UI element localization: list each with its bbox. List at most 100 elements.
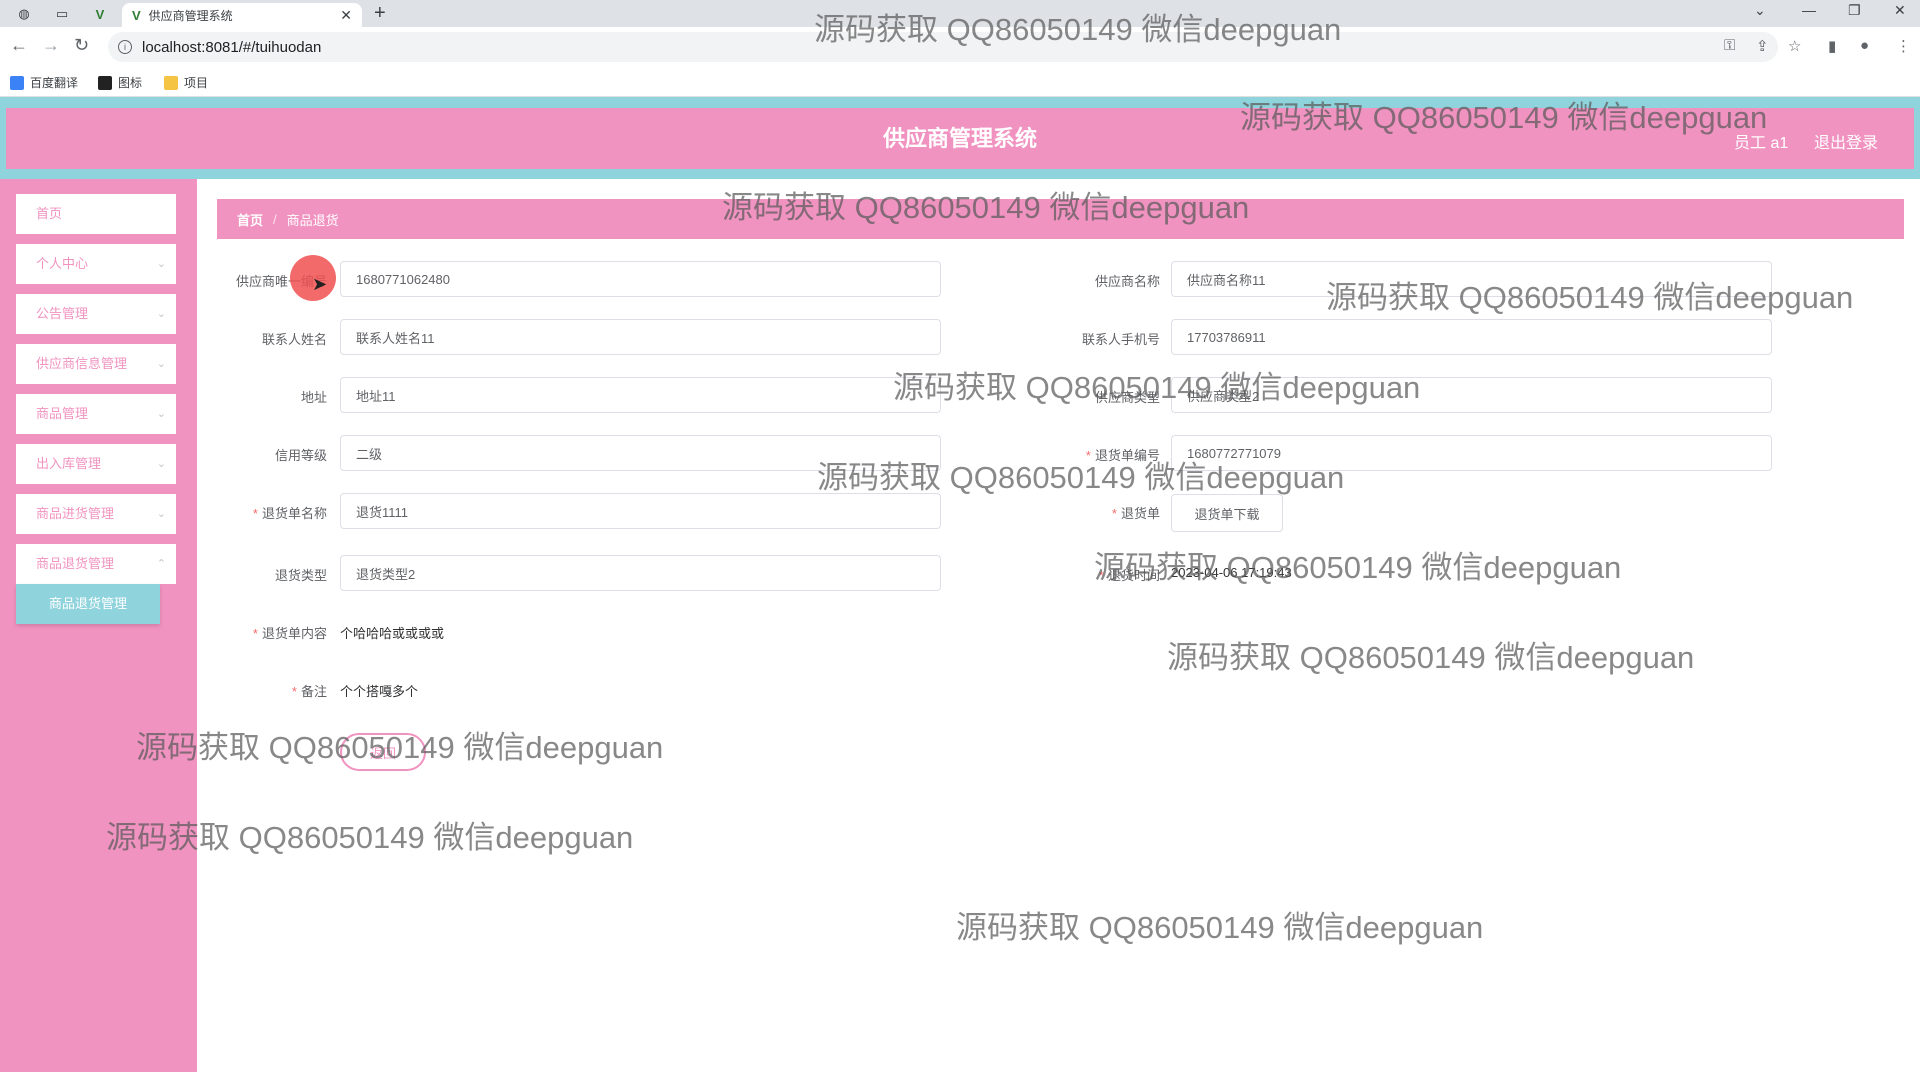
sidebar-item-label: 商品退货管理 xyxy=(36,556,115,571)
share-icon[interactable]: ⇪ xyxy=(1756,37,1769,55)
url-field[interactable]: i localhost:8081/#/tuihuodan xyxy=(108,32,1778,62)
sidebar-item-returns[interactable]: 商品退货管理 ⌃ xyxy=(16,544,176,584)
watermark: 源码获取 QQ86050149 微信deepguan xyxy=(956,910,1484,945)
profile-icon[interactable]: ● xyxy=(1860,37,1869,54)
label-address: 地址 xyxy=(300,390,327,405)
contact-name-field[interactable]: 联系人姓名11 xyxy=(340,319,941,355)
address-bar: ← → ↻ i localhost:8081/#/tuihuodan ⚿ ⇪ ☆… xyxy=(0,27,1920,67)
label-return-file: * 退货单 xyxy=(1111,506,1160,521)
bookmark-label: 百度翻译 xyxy=(30,76,79,90)
key-icon[interactable]: ⚿ xyxy=(1724,37,1735,54)
bookmarks-bar: 百度翻译 图标 项目 xyxy=(0,67,1920,97)
label-return-type: 退货类型 xyxy=(274,568,327,583)
supplier-id-field[interactable]: 1680771062480 xyxy=(340,261,941,297)
label-credit-level: 信用等级 xyxy=(274,448,327,463)
sidebar-item-purchases[interactable]: 商品进货管理 ⌄ xyxy=(16,494,176,534)
folder-icon xyxy=(164,75,178,90)
credit-level-field[interactable]: 二级 xyxy=(340,435,941,471)
image-icon xyxy=(98,75,112,90)
sidebar-item-label: 商品管理 xyxy=(36,406,89,421)
vue-favicon-icon: V xyxy=(132,7,141,23)
sidebar-item-suppliers[interactable]: 供应商信息管理 ⌄ xyxy=(16,344,176,384)
sidebar-item-products[interactable]: 商品管理 ⌄ xyxy=(16,394,176,434)
new-tab-icon[interactable]: + xyxy=(374,2,386,25)
star-icon[interactable]: ☆ xyxy=(1788,37,1801,55)
label-return-name: * 退货单名称 xyxy=(252,506,327,521)
return-time-value: 2023-04-06 17:19:43 xyxy=(1171,565,1292,580)
chevron-up-icon: ⌃ xyxy=(156,558,166,570)
url-text: localhost:8081/#/tuihuodan xyxy=(142,38,322,56)
sidebar-item-label: 商品进货管理 xyxy=(36,506,115,521)
return-no-field[interactable]: 1680772771079 xyxy=(1171,435,1772,471)
app-header: 供应商管理系统 员工 a1 退出登录 xyxy=(6,108,1914,169)
label-supplier-type: 供应商类型 xyxy=(1094,390,1160,405)
label-return-content: * 退货单内容 xyxy=(252,626,327,641)
contact-phone-field[interactable]: 17703786911 xyxy=(1171,319,1772,355)
supplier-name-field[interactable]: 供应商名称11 xyxy=(1171,261,1772,297)
return-name-field[interactable]: 退货1111 xyxy=(340,493,941,529)
chevron-down-icon: ⌄ xyxy=(156,308,166,320)
breadcrumb-current: 商品退货 xyxy=(286,212,339,228)
label-contact-name: 联系人姓名 xyxy=(261,332,327,347)
logout-link[interactable]: 退出登录 xyxy=(1814,129,1878,153)
sidebar-item-label: 供应商信息管理 xyxy=(36,356,128,371)
globe-icon[interactable]: ◍ xyxy=(10,3,38,25)
download-return-button[interactable]: 退货单下载 xyxy=(1171,494,1283,532)
back-arrow-icon[interactable]: ← xyxy=(10,35,28,56)
bookmark-project[interactable]: 项目 xyxy=(164,74,208,91)
address-field[interactable]: 地址11 xyxy=(340,377,941,413)
chevron-down-icon: ⌄ xyxy=(156,458,166,470)
label-remark: * 备注 xyxy=(291,684,327,699)
tab-title: 供应商管理系统 xyxy=(148,8,233,23)
reload-icon[interactable]: ↻ xyxy=(74,35,89,56)
sidebar-item-label: 公告管理 xyxy=(36,306,89,321)
more-menu-icon[interactable]: ⋮ xyxy=(1896,37,1911,55)
mouse-cursor-icon: ➤ xyxy=(312,274,328,294)
chevron-down-icon: ⌄ xyxy=(156,358,166,370)
sidebar-item-label: 个人中心 xyxy=(36,256,89,271)
close-icon[interactable]: ✕ xyxy=(340,7,352,24)
restore-icon[interactable]: ❐ xyxy=(1848,2,1861,19)
bookmark-label: 项目 xyxy=(184,76,209,90)
chevron-down-icon[interactable]: ⌄ xyxy=(1754,2,1766,19)
label-contact-phone: 联系人手机号 xyxy=(1081,332,1160,347)
return-content-value: 个哈哈哈或或或或 xyxy=(340,626,445,641)
label-supplier-name: 供应商名称 xyxy=(1094,274,1160,289)
bookmark-label: 图标 xyxy=(118,76,143,90)
forward-arrow-icon[interactable]: → xyxy=(42,35,60,56)
content-top-strip xyxy=(197,179,1920,191)
current-user: 员工 a1 xyxy=(1734,135,1789,152)
return-type-field[interactable]: 退货类型2 xyxy=(340,555,941,591)
app-title: 供应商管理系统 xyxy=(882,126,1037,151)
blank-tab-icon[interactable]: ▭ xyxy=(48,3,76,25)
chevron-down-icon: ⌄ xyxy=(156,408,166,420)
breadcrumb: 首页 / 商品退货 xyxy=(217,199,1904,239)
translate-icon xyxy=(10,75,24,90)
remark-value: 个个搭嘎多个 xyxy=(340,684,419,699)
back-button[interactable]: 返回 xyxy=(340,733,426,771)
breadcrumb-home[interactable]: 首页 xyxy=(237,210,263,229)
vue-tab-icon[interactable]: V xyxy=(86,3,114,25)
chevron-down-icon: ⌄ xyxy=(156,508,166,520)
label-return-no: * 退货单编号 xyxy=(1085,448,1160,463)
tab-active[interactable]: V 供应商管理系统 ✕ xyxy=(122,3,362,27)
sidebar-item-home[interactable]: 首页 xyxy=(16,194,176,234)
bookmark-translate[interactable]: 百度翻译 xyxy=(10,74,78,91)
bookmark-icons[interactable]: 图标 xyxy=(98,74,142,91)
breadcrumb-separator: / xyxy=(273,211,277,227)
sidebar-item-inventory[interactable]: 出入库管理 ⌄ xyxy=(16,444,176,484)
supplier-type-field[interactable]: 供应商类型2 xyxy=(1171,377,1772,413)
sidebar-item-label: 出入库管理 xyxy=(36,456,102,471)
label-return-time: * 退货时间 xyxy=(1098,568,1160,583)
sidepanel-icon[interactable]: ▮ xyxy=(1828,37,1836,55)
chevron-down-icon: ⌄ xyxy=(156,258,166,270)
minimize-icon[interactable]: — xyxy=(1802,2,1816,18)
sidebar-item-label: 首页 xyxy=(36,206,63,221)
sidebar-item-notices[interactable]: 公告管理 ⌄ xyxy=(16,294,176,334)
window-close-icon[interactable]: ✕ xyxy=(1894,2,1906,19)
watermark: 源码获取 QQ86050149 微信deepguan xyxy=(1167,640,1695,675)
info-icon[interactable]: i xyxy=(118,40,132,54)
browser-tab-bar: ◍ ▭ V V 供应商管理系统 ✕ + ⌄ — ❐ ✕ xyxy=(0,0,1920,27)
sidebar-item-profile[interactable]: 个人中心 ⌄ xyxy=(16,244,176,284)
sidebar-subitem-return-management[interactable]: 商品退货管理 xyxy=(16,584,160,624)
